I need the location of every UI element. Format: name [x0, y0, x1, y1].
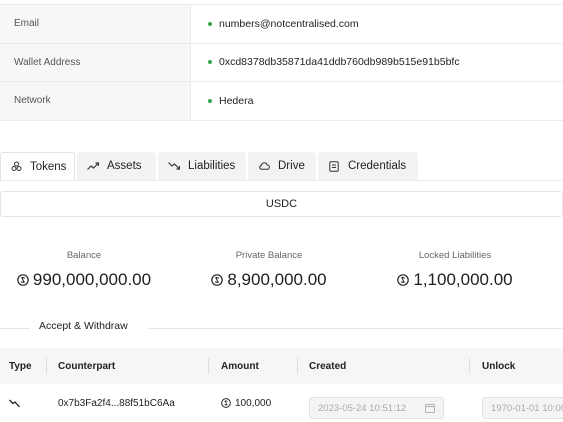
status-dot-icon [208, 60, 212, 65]
amount-cell: 100,000 [221, 384, 271, 422]
network-value: Hedera [219, 94, 254, 107]
email-label: Email [0, 5, 191, 43]
tab-label: Credentials [348, 160, 407, 172]
locked-liabilities-stat: Locked Liabilities 1,100,000.00 [397, 250, 513, 290]
section-title: Accept & Withdraw [39, 320, 128, 332]
locked-liabilities-label: Locked Liabilities [418, 250, 492, 261]
column-separator [208, 358, 209, 374]
column-separator [46, 358, 47, 374]
tab-label: Assets [107, 160, 142, 172]
wallet-label: Wallet Address [0, 43, 191, 81]
coin-icon [397, 274, 410, 286]
balance-label: Balance [66, 250, 102, 261]
balance-stat: Balance 990,000,000.00 [14, 250, 154, 290]
tab-liabilities[interactable]: Liabilities [158, 152, 246, 180]
tab-label: Tokens [30, 160, 67, 173]
tab-label: Liabilities [188, 160, 236, 172]
wallet-row: Wallet Address 0xcd8378db35871da41ddb760… [0, 43, 563, 82]
wallet-address-value: 0xcd8378db35871da41ddb760db989b515e91b5b… [219, 56, 460, 69]
section-divider-right [148, 328, 563, 329]
created-date-picker[interactable]: 2023-05-24 10:51:12 [309, 397, 444, 419]
email-value-cell: numbers@notcentralised.com [191, 5, 563, 43]
unlock-date-picker[interactable]: 1970-01-01 10:00 [482, 397, 563, 419]
status-dot-icon [208, 21, 212, 26]
amount-value: 100,000 [235, 397, 272, 409]
credentials-icon [328, 160, 340, 172]
header-created[interactable]: Created [309, 348, 346, 384]
trend-down-icon [9, 399, 20, 407]
tab-assets[interactable]: Assets [77, 152, 156, 180]
tab-tokens[interactable]: Tokens [0, 152, 75, 180]
counterpart-cell: 0x7b3Fa2f4...88f51bC6Aa [58, 397, 175, 409]
main-tabs: Tokens Assets Liabilities Drive Credenti… [0, 152, 563, 180]
network-row: Network Hedera [0, 82, 563, 121]
table-header: Type Counterpart Amount Created Unlock [0, 348, 563, 384]
trend-up-icon [87, 160, 99, 172]
tokens-icon [11, 161, 22, 173]
unlock-date-value: 1970-01-01 10:00 [491, 402, 563, 414]
trend-down-icon [168, 160, 180, 172]
wallet-value-cell: 0xcd8378db35871da41ddb760db989b515e91b5b… [191, 44, 563, 82]
private-balance-value-row: 8,900,000.00 [208, 270, 330, 290]
network-value-cell: Hedera [191, 82, 563, 120]
header-type[interactable]: Type [9, 348, 32, 384]
calendar-icon [425, 403, 435, 413]
tabs-divider [0, 180, 563, 181]
coin-icon [211, 274, 224, 286]
section-divider-left [0, 328, 30, 329]
private-balance-label: Private Balance [235, 250, 303, 261]
coin-icon [221, 398, 231, 408]
locked-liabilities-value-row: 1,100,000.00 [397, 270, 513, 290]
header-counterpart[interactable]: Counterpart [58, 348, 115, 384]
table-row: 0x7b3Fa2f4...88f51bC6Aa 100,000 2023-05-… [0, 384, 563, 422]
created-date-value: 2023-05-24 10:51:12 [318, 402, 407, 414]
tab-drive[interactable]: Drive [248, 152, 316, 180]
email-value: numbers@notcentralised.com [219, 17, 359, 30]
locked-liabilities-value: 1,100,000.00 [413, 270, 513, 289]
column-separator [469, 358, 470, 374]
coin-icon [17, 274, 29, 286]
token-select-value: USDC [265, 198, 298, 210]
network-label: Network [0, 82, 191, 120]
tab-label: Drive [278, 160, 305, 172]
private-balance-value: 8,900,000.00 [227, 270, 327, 289]
tab-credentials[interactable]: Credentials [318, 152, 418, 180]
status-dot-icon [208, 98, 212, 103]
account-info-table: Email numbers@notcentralised.com Wallet … [0, 4, 563, 121]
accept-withdraw-section: Accept & Withdraw [0, 320, 563, 336]
private-balance-stat: Private Balance 8,900,000.00 [208, 250, 330, 290]
column-separator [297, 358, 298, 374]
header-unlock[interactable]: Unlock [482, 348, 515, 384]
token-select[interactable]: USDC [0, 191, 563, 217]
header-amount[interactable]: Amount [221, 348, 259, 384]
cloud-icon [258, 160, 270, 172]
balance-value-row: 990,000,000.00 [14, 270, 154, 290]
balance-value: 990,000,000.00 [32, 270, 152, 289]
type-cell [9, 384, 20, 422]
email-row: Email numbers@notcentralised.com [0, 5, 563, 44]
